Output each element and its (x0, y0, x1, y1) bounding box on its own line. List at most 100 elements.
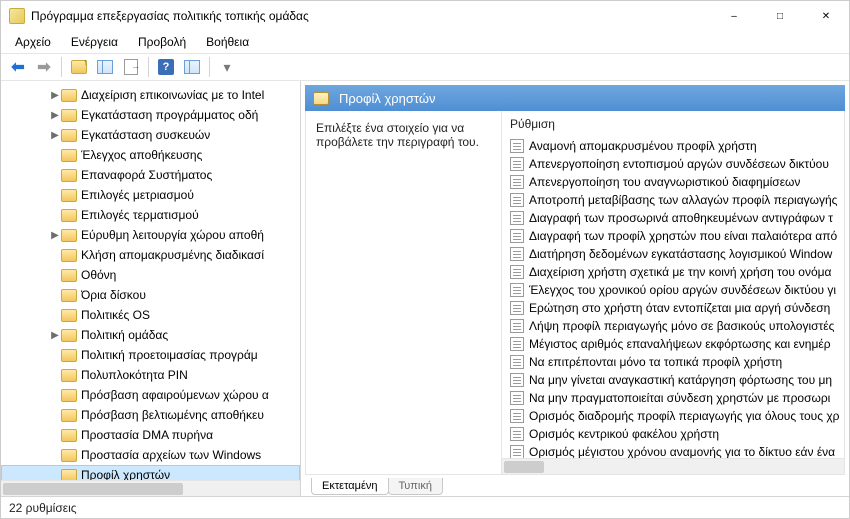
setting-item[interactable]: Να επιτρέπονται μόνο τα τοπικά προφίλ χρ… (506, 353, 844, 371)
tree-item[interactable]: ▶Πολιτική προετοιμασίας προγράμ (1, 345, 300, 365)
setting-item[interactable]: Να μην πραγματοποιείται σύνδεση χρηστών … (506, 389, 844, 407)
expand-icon[interactable]: ▶ (49, 330, 61, 341)
setting-item[interactable]: Να μην γίνεται αναγκαστική κατάργηση φόρ… (506, 371, 844, 389)
filter-button[interactable]: ▾ (216, 56, 238, 78)
tree-item-label: Εγκατάσταση συσκευών (81, 128, 210, 142)
tree-item[interactable]: ▶Επιλογές μετριασμού (1, 185, 300, 205)
setting-item[interactable]: Απενεργοποίηση του αναγνωριστικού διαφημ… (506, 173, 844, 191)
setting-label: Να επιτρέπονται μόνο τα τοπικά προφίλ χρ… (529, 355, 782, 369)
tree-item-label: Πολιτικές OS (81, 308, 150, 322)
tree-item-label: Έλεγχος αποθήκευσης (81, 148, 202, 162)
tree-item-label: Προστασία DMA πυρήνα (81, 428, 213, 442)
tree-item[interactable]: ▶Πρόσβαση βελτιωμένης αποθήκευ (1, 405, 300, 425)
tree-item[interactable]: ▶Όρια δίσκου (1, 285, 300, 305)
show-pane-button[interactable] (94, 56, 116, 78)
minimize-button[interactable]: ‒ (711, 1, 757, 31)
setting-item[interactable]: Διαγραφή των προφίλ χρηστών που είναι πα… (506, 227, 844, 245)
statusbar: 22 ρυθμίσεις (1, 496, 849, 518)
tree-scroll[interactable]: ▶Διαχείριση επικοινωνίας με το Intel▶Εγκ… (1, 81, 300, 480)
menu-file[interactable]: Αρχείο (5, 33, 61, 51)
expand-icon[interactable]: ▶ (49, 110, 61, 121)
help-button[interactable]: ? (155, 56, 177, 78)
forward-button[interactable]: ➡ (33, 56, 55, 78)
setting-item[interactable]: Ερώτηση στο χρήστη όταν εντοπίζεται μια … (506, 299, 844, 317)
folder-icon (61, 249, 77, 262)
folder-icon (61, 289, 77, 302)
folder-icon (61, 149, 77, 162)
maximize-button[interactable]: □ (757, 1, 803, 31)
tree-item[interactable]: ▶Εγκατάσταση προγράμματος οδή (1, 105, 300, 125)
setting-item[interactable]: Έλεγχος του χρονικού ορίου αργών συνδέσε… (506, 281, 844, 299)
tree-item[interactable]: ▶Προστασία DMA πυρήνα (1, 425, 300, 445)
tree-item-label: Διαχείριση επικοινωνίας με το Intel (81, 88, 264, 102)
export-button[interactable] (120, 56, 142, 78)
tree-item-label: Οθόνη (81, 268, 116, 282)
setting-item[interactable]: Μέγιστος αριθμός επαναλήψεων εκφόρτωσης … (506, 335, 844, 353)
policy-icon (510, 139, 524, 153)
tree-item[interactable]: ▶Προστασία αρχείων των Windows (1, 445, 300, 465)
tree-item-label: Προστασία αρχείων των Windows (81, 448, 261, 462)
window-controls: ‒ □ ✕ (711, 1, 849, 31)
setting-item[interactable]: Ορισμός κεντρικού φακέλου χρήστη (506, 425, 844, 443)
tree-item[interactable]: ▶Εύρυθμη λειτουργία χώρου αποθή (1, 225, 300, 245)
setting-label: Μέγιστος αριθμός επαναλήψεων εκφόρτωσης … (529, 337, 831, 351)
setting-item[interactable]: Αναμονή απομακρυσμένου προφίλ χρήστη (506, 137, 844, 155)
setting-item[interactable]: Διαχείριση χρήστη σχετικά με την κοινή χ… (506, 263, 844, 281)
expand-icon[interactable]: ▶ (49, 90, 61, 101)
folder-icon (61, 209, 77, 222)
policy-icon (510, 265, 524, 279)
setting-label: Ερώτηση στο χρήστη όταν εντοπίζεται μια … (529, 301, 830, 315)
setting-item[interactable]: Αποτροπή μεταβίβασης των αλλαγών προφίλ … (506, 191, 844, 209)
export-icon (124, 59, 138, 75)
close-button[interactable]: ✕ (803, 1, 849, 31)
tree-item[interactable]: ▶Επαναφορά Συστήματος (1, 165, 300, 185)
menu-view[interactable]: Προβολή (128, 33, 196, 51)
folder-icon (61, 469, 77, 481)
tree-item[interactable]: ▶ Διαχείριση επικοινωνίας με το Intel (1, 85, 300, 105)
help-icon: ? (158, 59, 174, 75)
tab-standard[interactable]: Τυπική (388, 478, 443, 495)
setting-item[interactable]: Ορισμός διαδρομής προφίλ περιαγωγής για … (506, 407, 844, 425)
setting-item[interactable]: Ορισμός μέγιστου χρόνου αναμονής για το … (506, 443, 844, 458)
setting-label: Ορισμός μέγιστου χρόνου αναμονής για το … (529, 445, 835, 458)
content-area: ▶Διαχείριση επικοινωνίας με το Intel▶Εγκ… (1, 81, 849, 496)
settings-list[interactable]: Αναμονή απομακρυσμένου προφίλ χρήστη Απεν… (502, 133, 844, 458)
tree-item[interactable]: ▶Προφίλ χρηστών (1, 465, 300, 480)
tree-item[interactable]: ▶Πρόσβαση αφαιρούμενων χώρου α (1, 385, 300, 405)
details-title: Προφίλ χρηστών (339, 91, 436, 106)
menu-action[interactable]: Ενέργεια (61, 33, 128, 51)
tree-horizontal-scrollbar[interactable] (1, 480, 300, 496)
tree-item[interactable]: ▶Επιλογές τερματισμού (1, 205, 300, 225)
setting-item[interactable]: Απενεργοποίηση εντοπισμού αργών συνδέσεω… (506, 155, 844, 173)
up-folder-button[interactable] (68, 56, 90, 78)
properties-button[interactable] (181, 56, 203, 78)
setting-item[interactable]: Διαγραφή των προσωρινά αποθηκευμένων αντ… (506, 209, 844, 227)
tree-item[interactable]: ▶Πολιτική ομάδας (1, 325, 300, 345)
tree-item-label: Πρόσβαση βελτιωμένης αποθήκευ (81, 408, 264, 422)
tree-item[interactable]: ▶Πολυπλοκότητα PIN (1, 365, 300, 385)
folder-icon (61, 129, 77, 142)
status-text: 22 ρυθμίσεις (9, 501, 77, 515)
tree-item[interactable]: ▶Κλήση απομακρυσμένης διαδικασί (1, 245, 300, 265)
folder-icon (61, 269, 77, 282)
app-icon (9, 8, 25, 24)
tree-item[interactable]: ▶Έλεγχος αποθήκευσης (1, 145, 300, 165)
tab-extended[interactable]: Εκτεταμένη (311, 478, 389, 495)
tree-item[interactable]: ▶ Εγκατάσταση συσκευών (1, 125, 300, 145)
setting-item[interactable]: Διατήρηση δεδομένων εγκατάστασης λογισμι… (506, 245, 844, 263)
tree-item[interactable]: ▶Οθόνη (1, 265, 300, 285)
menu-help[interactable]: Βοήθεια (196, 33, 259, 51)
menubar: Αρχείο Ενέργεια Προβολή Βοήθεια (1, 31, 849, 53)
tree-item-label: Πολυπλοκότητα PIN (81, 368, 188, 382)
back-button[interactable]: ⬅ (7, 56, 29, 78)
folder-icon (61, 369, 77, 382)
setting-item[interactable]: Λήψη προφίλ περιαγωγής μόνο σε βασικούς … (506, 317, 844, 335)
setting-label: Απενεργοποίηση εντοπισμού αργών συνδέσεω… (529, 157, 829, 171)
expand-icon[interactable]: ▶ (49, 130, 61, 141)
expand-icon[interactable]: ▶ (49, 230, 61, 241)
tree-item[interactable]: ▶Πολιτικές OS (1, 305, 300, 325)
settings-column-header[interactable]: Ρύθμιση (502, 111, 844, 133)
properties-icon (184, 60, 200, 74)
settings-horizontal-scrollbar[interactable] (502, 458, 844, 474)
tree-item-label: Επιλογές μετριασμού (81, 188, 194, 202)
